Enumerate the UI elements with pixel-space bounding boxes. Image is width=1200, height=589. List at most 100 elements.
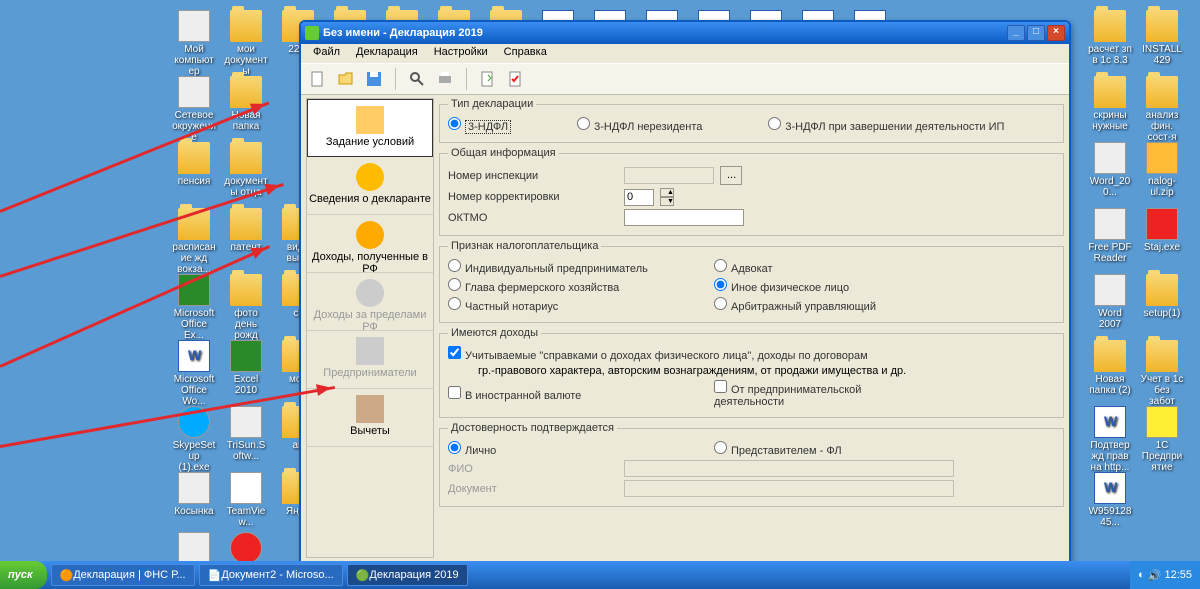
desktop-icon[interactable]: Staj.exe — [1140, 208, 1184, 253]
nav-label: Предприниматели — [307, 367, 433, 379]
titlebar[interactable]: Без имени - Декларация 2019 _ □ × — [301, 22, 1069, 44]
spin-up-button[interactable]: ▲ — [660, 188, 674, 197]
app-icon — [305, 26, 319, 40]
desktop-icon-my-documents[interactable]: мои документы — [224, 10, 268, 77]
label: Номер корректировки — [448, 191, 618, 203]
desktop-icon-excel[interactable]: Excel 2010 — [224, 340, 268, 396]
desktop-icon[interactable]: Word 2007 — [1088, 274, 1132, 330]
radio-3ndfl-nonresident[interactable]: 3-НДФЛ нерезидента — [577, 117, 702, 133]
nav-income-foreign[interactable]: Доходы за пределами РФ — [307, 273, 433, 331]
input-document — [624, 480, 954, 497]
nav-label: Вычеты — [307, 425, 433, 437]
desktop-icon-word[interactable]: Microsoft Office Wo... — [172, 340, 216, 407]
desktop-icon[interactable]: фото день рожд — [224, 274, 268, 341]
legend: Достоверность подтверждается — [448, 422, 617, 434]
legend: Тип декларации — [448, 98, 536, 110]
tray-icon[interactable]: ◐ — [1138, 569, 1145, 581]
radio-personal[interactable]: Лично — [448, 441, 708, 457]
menu-declaration[interactable]: Декларация — [348, 44, 426, 63]
check-income-certificates[interactable]: Учитываемые "справками о доходах физичес… — [448, 346, 868, 362]
radio-3ndfl-ip[interactable]: 3-НДФЛ при завершении деятельности ИП — [768, 117, 1004, 133]
lookup-inspection-button[interactable]: ... — [720, 166, 742, 185]
check-button[interactable] — [505, 68, 527, 90]
desktop-icon[interactable]: Учет в 1с без забот — [1140, 340, 1184, 407]
radio-other-person[interactable]: Иное физическое лицо — [714, 278, 884, 294]
nav-label: Доходы за пределами РФ — [307, 309, 433, 333]
app-window-declaration: Без имени - Декларация 2019 _ □ × Файл Д… — [299, 20, 1071, 565]
export-button[interactable] — [477, 68, 499, 90]
folder-open-icon — [338, 71, 354, 87]
radio-arbitration[interactable]: Арбитражный управляющий — [714, 297, 884, 313]
menu-help[interactable]: Справка — [496, 44, 555, 63]
radio-3ndfl[interactable]: 3-НДФЛ — [448, 117, 511, 133]
desktop-icon[interactable]: Free PDF Reader — [1088, 208, 1132, 264]
menu-settings[interactable]: Настройки — [426, 44, 496, 63]
radio-ip[interactable]: Индивидуальный предприниматель — [448, 259, 708, 275]
desktop-icon[interactable]: INSTALL429 — [1140, 10, 1184, 66]
printer-icon — [437, 71, 453, 87]
separator — [466, 68, 467, 90]
desktop-icon[interactable]: скрины нужные — [1088, 76, 1132, 132]
desktop-icon[interactable]: пенсия — [172, 142, 216, 187]
menu-file[interactable]: Файл — [305, 44, 348, 63]
group-general-info: Общая информация Номер инспекции... Номе… — [439, 147, 1064, 236]
open-button[interactable] — [335, 68, 357, 90]
maximize-button[interactable]: □ — [1027, 25, 1045, 41]
preview-button[interactable] — [406, 68, 428, 90]
magnifier-icon — [409, 71, 425, 87]
close-button[interactable]: × — [1047, 25, 1065, 41]
desktop-icon-my-computer[interactable]: Мой компьютер — [172, 10, 216, 77]
tray-icon[interactable]: 🔊 — [1148, 569, 1162, 582]
radio-lawyer[interactable]: Адвокат — [714, 259, 884, 275]
task-word[interactable]: 📄 Документ2 - Microso... — [199, 564, 343, 586]
menubar: Файл Декларация Настройки Справка — [301, 44, 1069, 63]
desktop-icon-solitaire[interactable]: Косынка — [172, 472, 216, 517]
desktop-icon-1c[interactable]: 1С Предприятие — [1140, 406, 1184, 473]
group-authenticity: Достоверность подтверждается Лично Предст… — [439, 422, 1064, 507]
nav-label: Доходы, полученные в РФ — [307, 251, 433, 275]
check-entrepreneur[interactable]: От предпринимательской деятельности — [714, 380, 884, 408]
desktop-icon[interactable]: Word_200... — [1088, 142, 1132, 198]
desktop-icon[interactable]: nalog-ul.zip — [1140, 142, 1184, 198]
save-button[interactable] — [363, 68, 385, 90]
task-declaration[interactable]: 🟢 Декларация 2019 — [347, 564, 468, 586]
input-oktmo[interactable] — [624, 209, 744, 226]
nav-income-rf[interactable]: Доходы, полученные в РФ — [307, 215, 433, 273]
separator — [395, 68, 396, 90]
radio-notary[interactable]: Частный нотариус — [448, 297, 708, 313]
nav-declarant[interactable]: Сведения о декларанте — [307, 157, 433, 215]
input-inspection[interactable] — [624, 167, 714, 184]
label: ФИО — [448, 463, 618, 475]
print-button[interactable] — [434, 68, 456, 90]
radio-representative[interactable]: Представителем - ФЛ — [714, 441, 884, 457]
new-button[interactable] — [307, 68, 329, 90]
desktop-icon[interactable]: анализ фин. сост-я — [1140, 76, 1184, 143]
desktop-icon[interactable]: Новая папка (2) — [1088, 340, 1132, 396]
group-taxpayer-sign: Признак налогоплательщика Индивидуальный… — [439, 240, 1064, 323]
start-button[interactable]: пуск — [0, 561, 47, 589]
desktop-icon[interactable]: W95912845... — [1088, 472, 1132, 528]
client-area: Задание условий Сведения о декларанте До… — [303, 95, 1067, 561]
nav-deductions[interactable]: Вычеты — [307, 389, 433, 447]
minimize-button[interactable]: _ — [1007, 25, 1025, 41]
spin-down-button[interactable]: ▼ — [660, 197, 674, 206]
task-opera[interactable]: 🟠 Декларация | ФНС Р... — [51, 564, 195, 586]
label: Номер инспекции — [448, 170, 618, 182]
nav-conditions[interactable]: Задание условий — [307, 99, 433, 157]
label: гр.-правового характера, авторским возна… — [478, 365, 906, 377]
nav-panel: Задание условий Сведения о декларанте До… — [306, 98, 434, 558]
toolbar — [301, 63, 1069, 95]
desktop-icon[interactable]: TriSun.Softw... — [224, 406, 268, 462]
radio-farm[interactable]: Глава фермерского хозяйства — [448, 278, 708, 294]
form-content: Тип декларации 3-НДФЛ 3-НДФЛ нерезидента… — [439, 98, 1064, 558]
desktop-icon[interactable]: Подтвержд прав на http... — [1088, 406, 1132, 473]
check-foreign-currency[interactable]: В иностранной валюте — [448, 386, 708, 402]
input-correction[interactable] — [624, 189, 654, 206]
document-icon — [310, 71, 326, 87]
desktop-icon[interactable]: расчет зп в 1с 8.3 — [1088, 10, 1132, 66]
desktop-icon[interactable]: setup(1) — [1140, 274, 1184, 319]
nav-entrepreneurs[interactable]: Предприниматели — [307, 331, 433, 389]
desktop-icon-teamviewer[interactable]: TeamView... — [224, 472, 268, 528]
group-income-types: Имеются доходы Учитываемые "справками о … — [439, 327, 1064, 418]
system-tray[interactable]: ◐ 🔊 12:55 — [1130, 561, 1200, 589]
